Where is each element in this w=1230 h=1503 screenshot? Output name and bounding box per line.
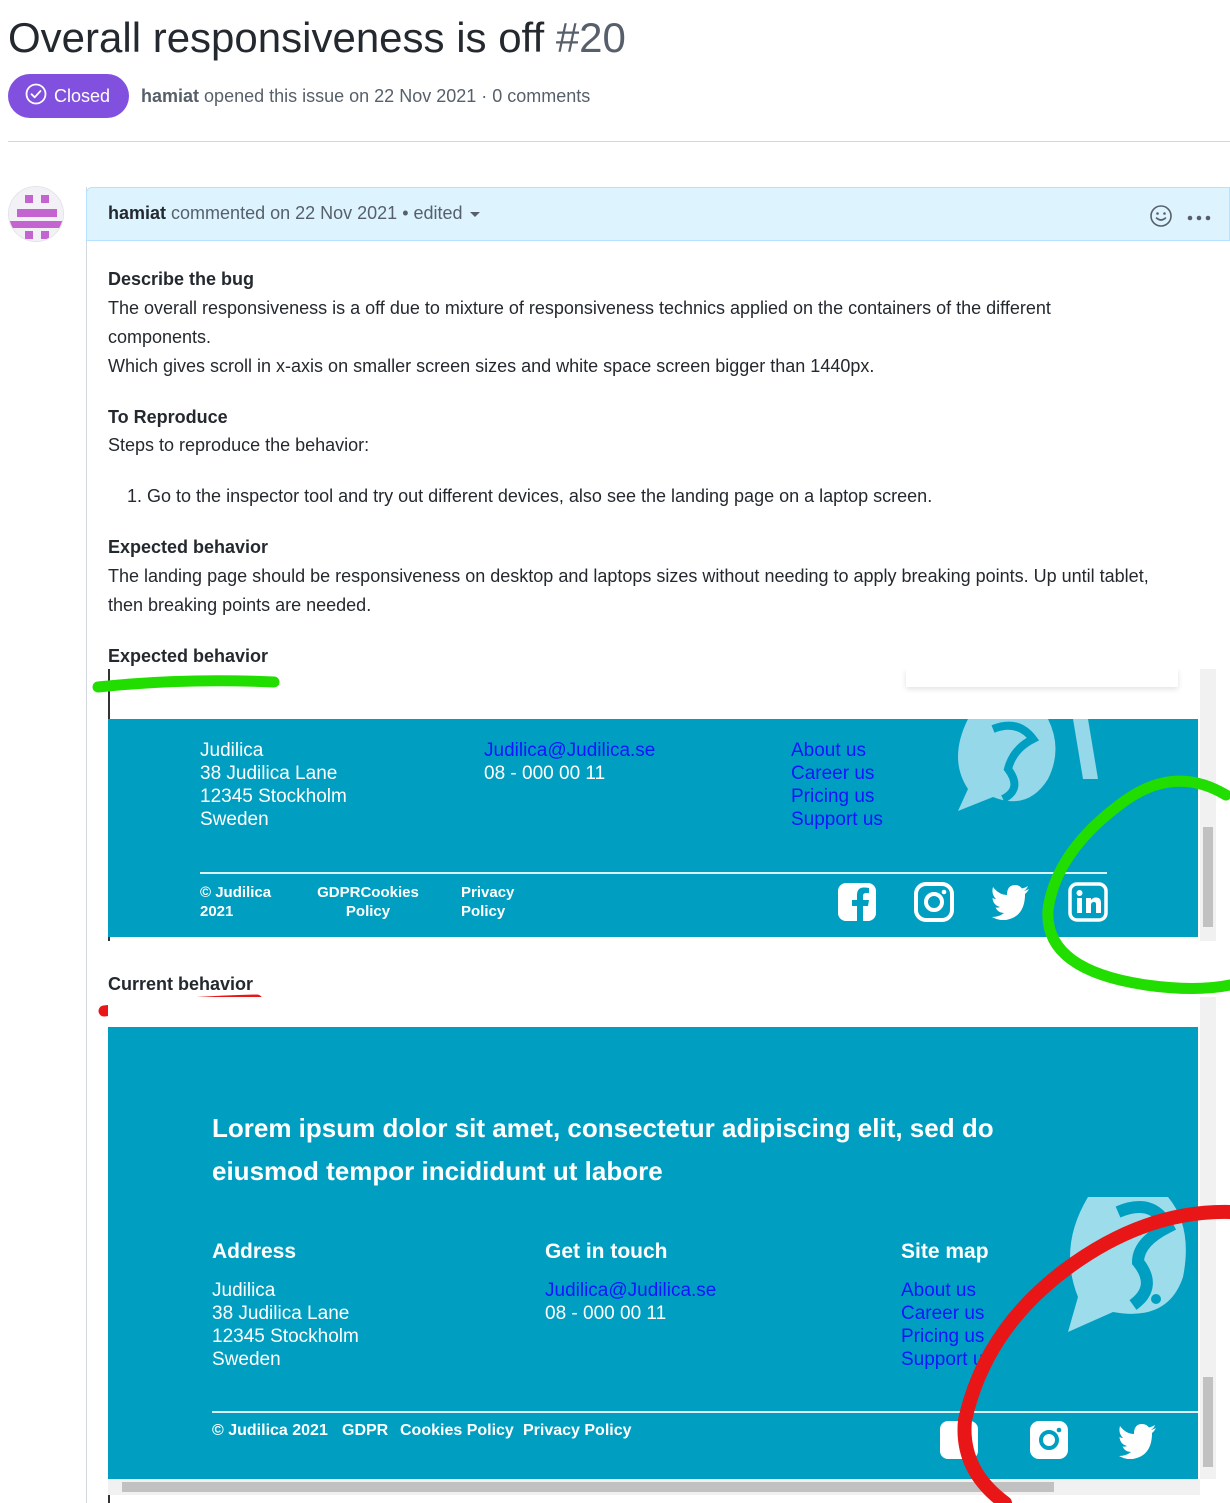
status-badge: Closed [8,74,129,118]
issue-number: #20 [555,14,626,61]
red-circle-mark [957,1204,1230,1503]
reproduce-step: 1. Go to the inspector tool and try out … [127,486,933,506]
issue-meta-text: opened this issue on 22 Nov 2021 · 0 com… [204,86,591,106]
comment-author-link[interactable]: hamiat [108,203,166,223]
expected-heading-2: Expected behavior [108,646,269,666]
reproduce-heading: To Reproduce [108,407,228,427]
describe-paragraph-2: Which gives scroll in x-axis on smaller … [108,356,875,376]
reproduce-intro: Steps to reproduce the behavior: [108,435,370,455]
address-line: Sweden [212,1349,281,1370]
green-circle-mark [1042,775,1230,994]
address-line: Judilica [212,1280,276,1301]
email-link[interactable]: Judilica@Judilica.se [545,1279,716,1302]
privacy-link[interactable]: Privacy Policy [523,1422,632,1440]
email-link[interactable]: Judilica@Judilica.se [484,739,655,762]
card-edge [906,669,1178,687]
sitemap-link[interactable]: Support us [791,808,883,831]
issue-title: Overall responsiveness is off #20 [8,12,626,64]
status-label: Closed [54,85,111,106]
copyright-text: © Judilica 2021 [200,884,272,920]
issue-author-link[interactable]: hamiat [141,86,199,106]
twitter-icon[interactable] [991,884,1031,920]
issue-title-text: Overall responsiveness is off [8,14,545,61]
contact-heading: Get in touch [545,1240,668,1263]
facebook-icon[interactable] [837,882,879,922]
describe-heading: Describe the bug [108,269,255,289]
smiley-icon[interactable] [1149,204,1173,233]
phone-text: 08 - 000 00 11 [545,1303,667,1324]
chevron-down-icon[interactable] [468,203,482,223]
expected-paragraph: The landing page should be responsivenes… [108,566,1149,615]
footer-divider [200,872,1107,874]
address-heading: Address [212,1240,297,1263]
privacy-link[interactable]: Privacy Policy [461,883,531,921]
sitemap-link[interactable]: Pricing us [791,785,874,808]
expected-footer: Judilica 38 Judilica Lane 12345 Stockhol… [108,719,1198,937]
reproduce-step-text: Go to the inspector tool and try out dif… [147,486,933,506]
instagram-icon[interactable] [914,882,954,922]
sitemap-link[interactable]: About us [791,739,866,762]
copyright-text: © Judilica 2021 [212,1422,328,1439]
divider [8,141,1230,142]
green-underline-mark [92,675,280,693]
address-line: 38 Judilica Lane [200,763,338,784]
current-heading: Current behavior [108,974,254,994]
issue-meta: hamiat opened this issue on 22 Nov 2021 … [141,86,590,107]
comment-meta: hamiat commented on 22 Nov 2021 • edited [108,203,482,224]
describe-paragraph-1: The overall responsiveness is a off due … [108,298,1051,347]
expected-heading: Expected behavior [108,537,269,557]
scrollbar-thumb[interactable] [122,1482,1054,1492]
address-line: Sweden [200,809,269,830]
phone-text: 08 - 000 00 11 [484,763,606,784]
address-line: 12345 Stockholm [212,1326,359,1347]
cookies-link[interactable]: Cookies Policy [400,1422,514,1440]
address-line: 12345 Stockholm [200,786,347,807]
sitemap-link[interactable]: Career us [791,762,874,785]
address-line: 38 Judilica Lane [212,1303,350,1324]
avatar[interactable] [8,186,64,242]
footer-headline: Lorem ipsum dolor sit amet, consectetur … [212,1113,994,1186]
gdpr-link[interactable]: GDPRCookies Policy [313,883,423,921]
address-line: Judilica [200,740,264,761]
check-circle-icon [25,83,47,110]
comment-meta-text[interactable]: commented on 22 Nov 2021 • edited [171,203,463,223]
kebab-icon[interactable] [1186,210,1214,228]
gdpr-link[interactable]: GDPR [342,1422,388,1440]
